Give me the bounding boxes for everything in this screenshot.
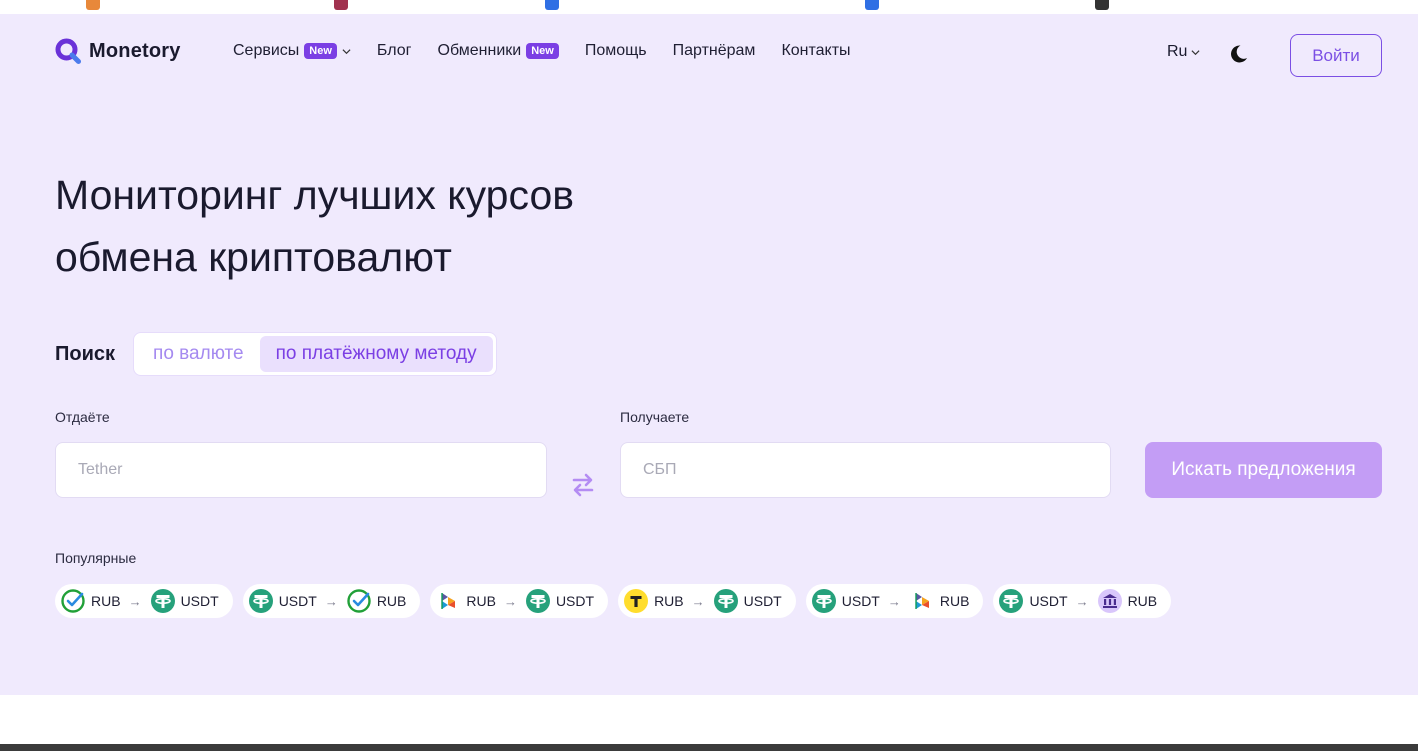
- page-title: Мониторинг лучших курсов обмена криптова…: [55, 164, 755, 288]
- tether-icon: [150, 588, 176, 614]
- menu-item-partners[interactable]: Партнёрам: [673, 42, 756, 60]
- menu-item-label: Партнёрам: [672, 42, 756, 59]
- to-currency: USDT: [743, 593, 782, 609]
- menu-item-services[interactable]: Сервисы New: [233, 42, 351, 60]
- browser-bookmark-strip: [0, 0, 1418, 14]
- sbp-icon: [909, 588, 935, 614]
- arrow-right-icon: →: [128, 593, 142, 609]
- arrow-right-icon: →: [887, 593, 901, 609]
- popular-label: Популярные: [55, 550, 137, 566]
- dark-mode-moon-icon[interactable]: [1227, 43, 1249, 65]
- receive-label: Получаете: [620, 409, 690, 425]
- popular-pair-chip[interactable]: USDT → RUB: [242, 584, 421, 618]
- from-currency: USDT: [1029, 593, 1068, 609]
- menu-item-exchangers[interactable]: Обменники New: [438, 42, 559, 60]
- from-currency: RUB: [466, 593, 496, 609]
- arrow-right-icon: →: [691, 593, 705, 609]
- to-currency: RUB: [1127, 593, 1158, 609]
- search-label: Поиск: [55, 342, 116, 365]
- menu-item-label: Контакты: [781, 42, 851, 59]
- bookmark-icon: [865, 0, 879, 10]
- logo-text: Monetory: [89, 39, 181, 62]
- popular-pair-chip[interactable]: USDT → RUB: [993, 584, 1172, 618]
- menu-item-blog[interactable]: Блог: [377, 42, 412, 60]
- from-currency: RUB: [91, 593, 121, 609]
- search-mode-row: Поиск по валюте по платёжному методу: [55, 332, 497, 376]
- menu-item-label: Сервисы: [233, 42, 300, 59]
- tab-by-payment-method[interactable]: по платёжному методу: [259, 336, 493, 372]
- main-menu: Сервисы New Блог Обменники New Помощь Па…: [233, 42, 851, 60]
- login-button[interactable]: Войти: [1290, 34, 1382, 77]
- receive-method-field[interactable]: СБП: [620, 442, 1111, 498]
- tether-icon: [811, 588, 837, 614]
- hero-section: Monetory Сервисы New Блог Обменники New …: [0, 14, 1418, 695]
- bookmark-icon: [545, 0, 559, 10]
- title-line-2: обмена криптовалют: [55, 234, 452, 280]
- sbp-icon: [435, 588, 461, 614]
- search-offers-button[interactable]: Искать предложения: [1145, 442, 1382, 498]
- tether-icon: [713, 588, 739, 614]
- bookmark-icon: [86, 0, 100, 10]
- arrow-right-icon: →: [503, 593, 517, 609]
- bank-icon: [1097, 588, 1123, 614]
- logo[interactable]: Monetory: [55, 38, 181, 64]
- sber-check-icon: [346, 588, 372, 614]
- to-currency: RUB: [939, 593, 970, 609]
- logo-magnifier-icon: [55, 38, 81, 64]
- popular-pairs: RUB → USDT USDT → RUB RUB → USDT RUB → USDT USDT → RUB…: [55, 584, 1172, 618]
- sber-check-icon: [60, 588, 86, 614]
- popular-pair-chip[interactable]: RUB → USDT: [618, 584, 796, 618]
- menu-item-label: Помощь: [584, 42, 647, 59]
- bottom-edge: [0, 744, 1418, 751]
- popular-pair-chip[interactable]: RUB → USDT: [430, 584, 609, 618]
- chevron-down-icon: [342, 48, 351, 54]
- popular-pair-chip[interactable]: USDT → RUB: [805, 584, 984, 618]
- to-currency: USDT: [555, 593, 595, 609]
- menu-item-label: Блог: [376, 42, 412, 59]
- tether-icon: [525, 588, 551, 614]
- tbank-icon: [623, 588, 649, 614]
- arrow-right-icon: →: [324, 593, 338, 609]
- tether-icon: [998, 588, 1024, 614]
- language-label: Ru: [1167, 43, 1188, 60]
- title-line-1: Мониторинг лучших курсов: [55, 172, 575, 218]
- bookmark-icon: [1095, 0, 1109, 10]
- give-currency-field[interactable]: Tether: [55, 442, 547, 498]
- to-currency: RUB: [376, 593, 407, 609]
- new-badge: New: [526, 43, 559, 59]
- menu-item-contacts[interactable]: Контакты: [781, 42, 850, 60]
- top-navigation: Monetory Сервисы New Блог Обменники New …: [55, 34, 1382, 78]
- menu-item-label: Обменники: [437, 42, 522, 59]
- bookmark-icon: [334, 0, 348, 10]
- from-currency: USDT: [841, 593, 880, 609]
- tether-icon: [248, 588, 274, 614]
- chevron-down-icon: [1191, 49, 1200, 55]
- give-label: Отдаёте: [55, 409, 110, 425]
- swap-icon[interactable]: [569, 470, 597, 500]
- language-selector[interactable]: Ru: [1167, 43, 1200, 61]
- arrow-right-icon: →: [1075, 593, 1089, 609]
- menu-item-help[interactable]: Помощь: [585, 42, 647, 60]
- popular-pair-chip[interactable]: RUB → USDT: [55, 584, 233, 618]
- from-currency: USDT: [278, 593, 317, 609]
- tab-by-currency[interactable]: по валюте: [137, 336, 260, 372]
- to-currency: USDT: [180, 593, 219, 609]
- search-mode-toggle: по валюте по платёжному методу: [133, 332, 497, 376]
- new-badge: New: [304, 43, 337, 59]
- from-currency: RUB: [654, 593, 684, 609]
